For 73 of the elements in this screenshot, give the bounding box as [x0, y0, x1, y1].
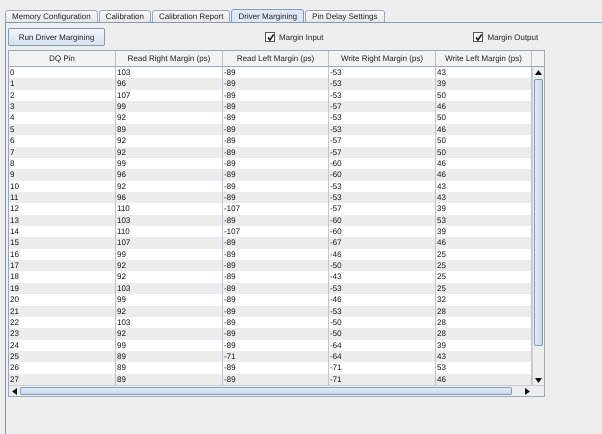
scroll-up-icon[interactable] [535, 70, 542, 74]
table-cell: -89 [223, 282, 329, 294]
table-cell: 23 [9, 328, 116, 340]
checkbox-label: Margin Output [487, 32, 538, 42]
table-cell: -50 [329, 260, 436, 272]
checkbox[interactable] [265, 32, 275, 42]
table-cell: -89 [223, 328, 329, 340]
checkbox[interactable] [473, 32, 484, 42]
table-cell: 99 [116, 101, 223, 112]
table-cell: 92 [116, 146, 223, 158]
table-cell: -50 [329, 328, 436, 340]
table-cell: 103 [116, 214, 223, 226]
table-cell: 103 [116, 282, 223, 294]
table-cell: 89 [116, 350, 223, 362]
table-cell: -53 [329, 78, 436, 90]
column-header[interactable]: Write Left Margin (ps) [436, 51, 532, 66]
table-cell: -89 [223, 169, 329, 181]
table-cell: 11 [9, 192, 116, 204]
scroll-left-icon[interactable] [12, 388, 16, 395]
table-cell: -53 [329, 124, 436, 136]
table-cell: -67 [329, 237, 436, 249]
table-cell: 96 [116, 192, 223, 204]
column-header[interactable]: Read Right Margin (ps) [116, 51, 223, 66]
table-cell: -60 [329, 214, 436, 226]
table-cell: 25 [9, 350, 116, 362]
tab[interactable]: Calibration Report [152, 10, 230, 22]
table-cell: 107 [116, 237, 223, 249]
table-cell: -89 [223, 124, 329, 136]
table-cell: -89 [223, 260, 329, 272]
table-cell: 92 [116, 260, 223, 272]
table-cell: 96 [116, 169, 223, 181]
vertical-scrollbar[interactable] [532, 67, 544, 386]
scroll-down-icon[interactable] [535, 378, 542, 383]
table-cell: -57 [329, 101, 436, 112]
table-cell: -89 [223, 306, 329, 317]
table-cell: -53 [329, 306, 436, 317]
table-cell: 92 [116, 306, 223, 317]
table-cell: 13 [9, 214, 116, 226]
table-cell: -89 [223, 192, 329, 204]
tab[interactable]: Driver Margining [231, 9, 304, 22]
horizontal-scrollbar[interactable] [9, 385, 544, 396]
table-cell: 19 [9, 282, 116, 294]
table-cell: -53 [329, 282, 436, 294]
column-header[interactable]: DQ Pin [9, 51, 116, 66]
table-cell: -89 [223, 101, 329, 112]
table-cell: -89 [223, 146, 329, 158]
table-cell: -64 [329, 350, 436, 362]
tab[interactable]: Pin Delay Settings [305, 10, 384, 22]
table-cell: -89 [223, 214, 329, 226]
table-cell: 15 [9, 237, 116, 249]
column-header[interactable]: Write Right Margin (ps) [329, 51, 436, 66]
scroll-right-icon[interactable] [524, 388, 530, 395]
table-cell: -57 [329, 146, 436, 158]
table-cell: 89 [116, 124, 223, 136]
table-cell: -89 [223, 237, 329, 249]
table-cell: 92 [116, 328, 223, 340]
table-cell: 5 [9, 124, 116, 136]
table-cell: -60 [329, 169, 436, 181]
table-cell: -71 [223, 350, 329, 362]
table-cell: 21 [9, 306, 116, 317]
table-cell: 17 [9, 260, 116, 272]
checkbox-label: Margin Input [279, 32, 324, 42]
table-cell: 96 [116, 78, 223, 90]
table-cell: 3 [9, 101, 116, 112]
table-cell: -89 [223, 78, 329, 90]
table-cell: 7 [9, 146, 116, 158]
tab[interactable]: Calibration [98, 10, 151, 22]
table-cell: 9 [9, 169, 116, 181]
tab[interactable]: Memory Configuration [5, 10, 98, 22]
table-cell: 1 [9, 78, 116, 90]
table-cell: -53 [329, 192, 436, 204]
run-driver-margining-button[interactable]: Run Driver Margining [8, 28, 105, 46]
column-header[interactable]: Read Left Margin (ps) [223, 51, 329, 66]
